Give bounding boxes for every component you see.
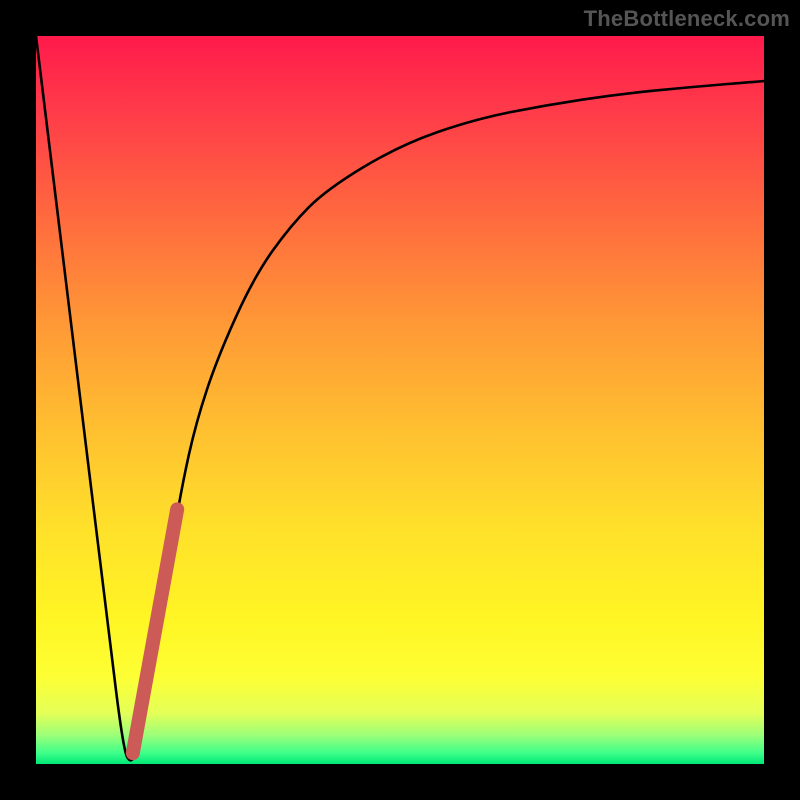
chart-frame: TheBottleneck.com (0, 0, 800, 800)
curve-layer (36, 36, 764, 764)
current-range-marker (133, 509, 177, 753)
plot-area (36, 36, 764, 764)
watermark-text: TheBottleneck.com (584, 6, 790, 32)
